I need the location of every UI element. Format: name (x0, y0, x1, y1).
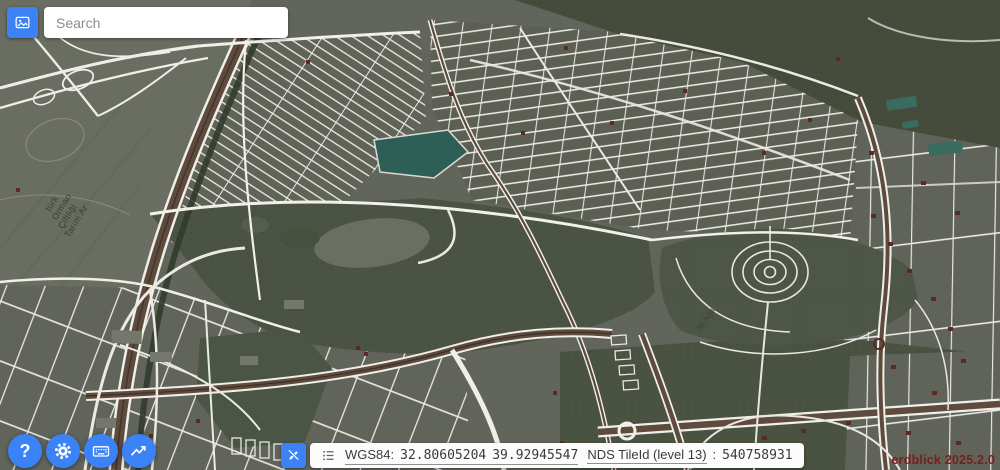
stats-button[interactable] (122, 434, 156, 468)
version-label: erdblick 2025.2.0 (892, 453, 995, 467)
disable-editing-button[interactable] (281, 443, 306, 468)
tile-id-value: 540758931 (722, 448, 792, 463)
tile-id-label[interactable]: NDS TileId (level 13) (587, 447, 706, 464)
tile-id-group: NDS TileId (level 13) : 540758931 (587, 447, 792, 464)
wgs84-label: WGS84: (345, 447, 394, 462)
gear-icon (53, 441, 73, 461)
fab-toolbar: ? (8, 434, 156, 468)
tile-id-separator: : (713, 447, 717, 462)
trending-up-icon (129, 441, 149, 461)
latitude-value: 39.92945547 (492, 448, 578, 463)
map-canvas[interactable]: türk Orman Çiftliği Tarım Ar 30 Ağu (0, 0, 1000, 470)
keyboard-icon (91, 441, 111, 461)
keyboard-button[interactable] (84, 434, 118, 468)
erdblick-app: türk Orman Çiftliği Tarım Ar 30 Ağu ? (0, 0, 1000, 470)
settings-button[interactable] (46, 434, 80, 468)
help-button[interactable]: ? (8, 434, 42, 468)
longitude-value: 32.80605204 (400, 448, 486, 463)
search-input[interactable] (44, 7, 288, 38)
layers-image-button[interactable] (7, 7, 38, 38)
coordinates-status-bar: WGS84: 32.80605204 39.92945547 NDS TileI… (310, 443, 804, 468)
list-bulleted-icon[interactable] (321, 448, 336, 463)
question-icon: ? (20, 442, 31, 460)
wgs84-coordinates[interactable]: WGS84: 32.80605204 39.92945547 (345, 447, 578, 465)
image-icon (13, 13, 32, 32)
pen-off-icon (286, 448, 301, 463)
search-area (7, 7, 288, 38)
